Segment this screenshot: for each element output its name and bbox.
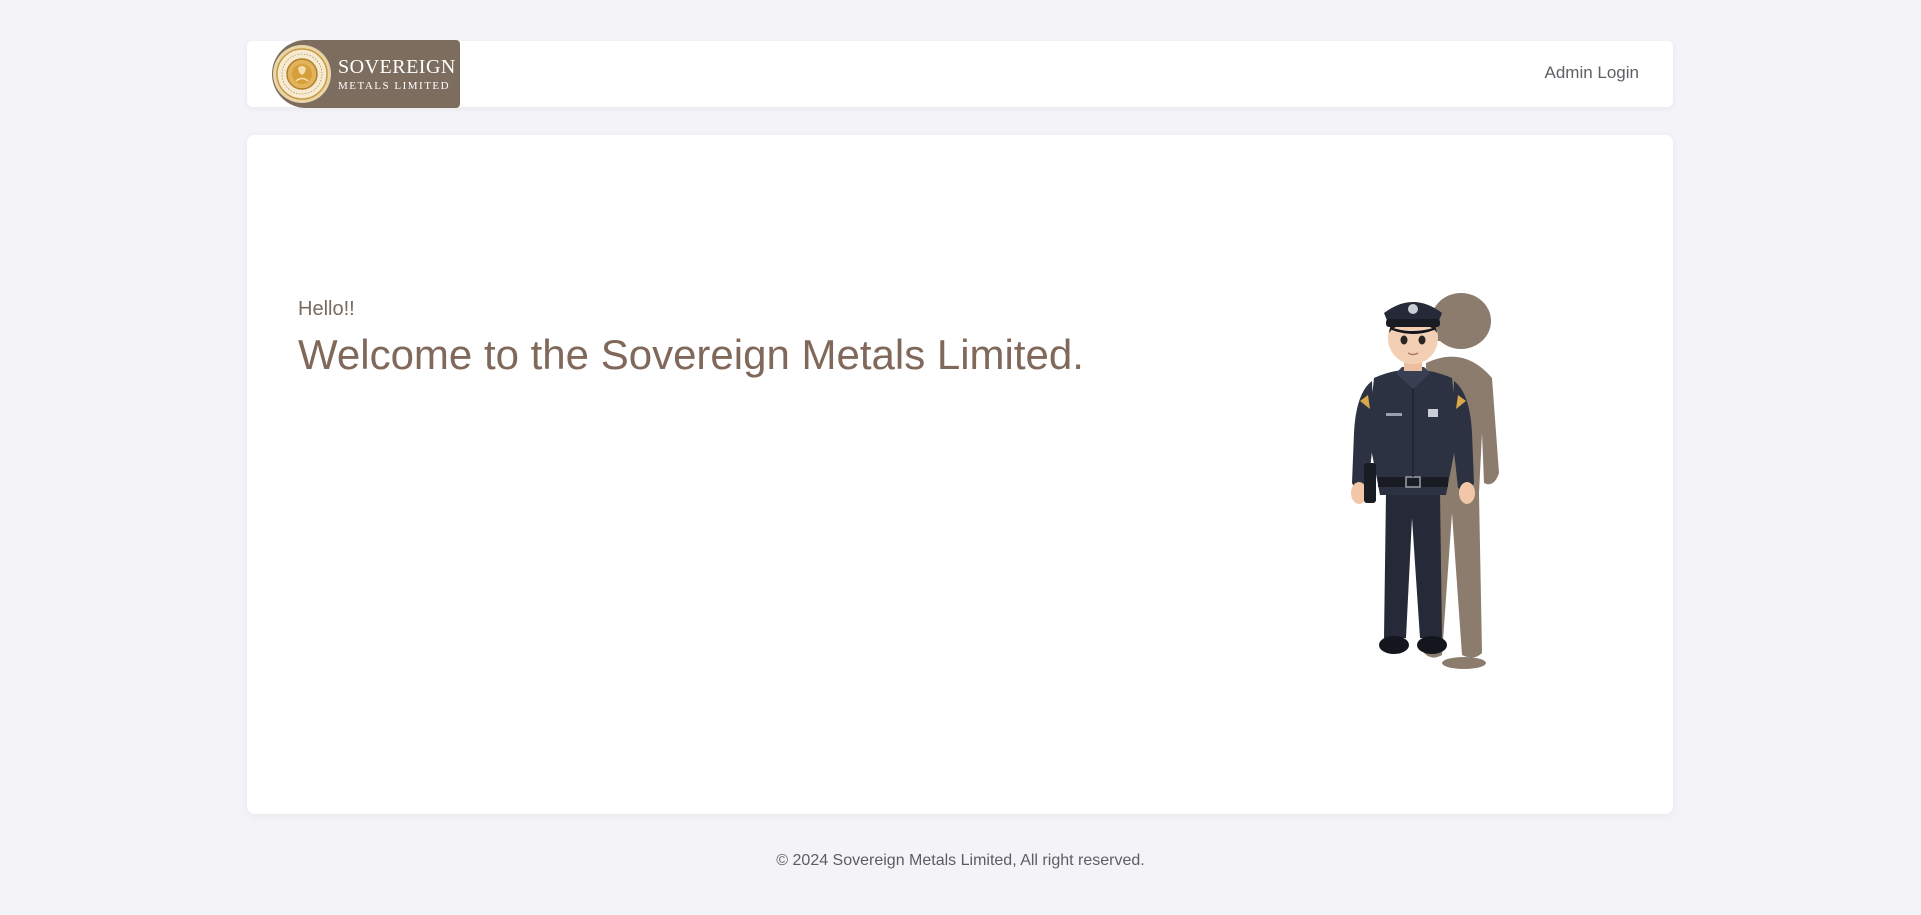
top-navbar: SOVEREIGN METALS LIMITED Admin Login — [247, 40, 1673, 108]
security-guard-illustration — [1351, 293, 1499, 669]
logo-title: SOVEREIGN — [338, 55, 456, 78]
brand-logo[interactable]: SOVEREIGN METALS LIMITED — [272, 40, 460, 108]
hero-card: Hello!! Welcome to the Sovereign Metals … — [247, 135, 1673, 814]
greeting-text: Hello!! — [298, 298, 355, 320]
footer-copyright: © 2024 Sovereign Metals Limited, All rig… — [776, 852, 1145, 869]
welcome-headline: Welcome to the Sovereign Metals Limited. — [298, 331, 1084, 378]
logo-subtitle: METALS LIMITED — [338, 79, 451, 92]
admin-login-link[interactable]: Admin Login — [1544, 63, 1639, 83]
sovereign-seal-icon — [273, 45, 331, 103]
